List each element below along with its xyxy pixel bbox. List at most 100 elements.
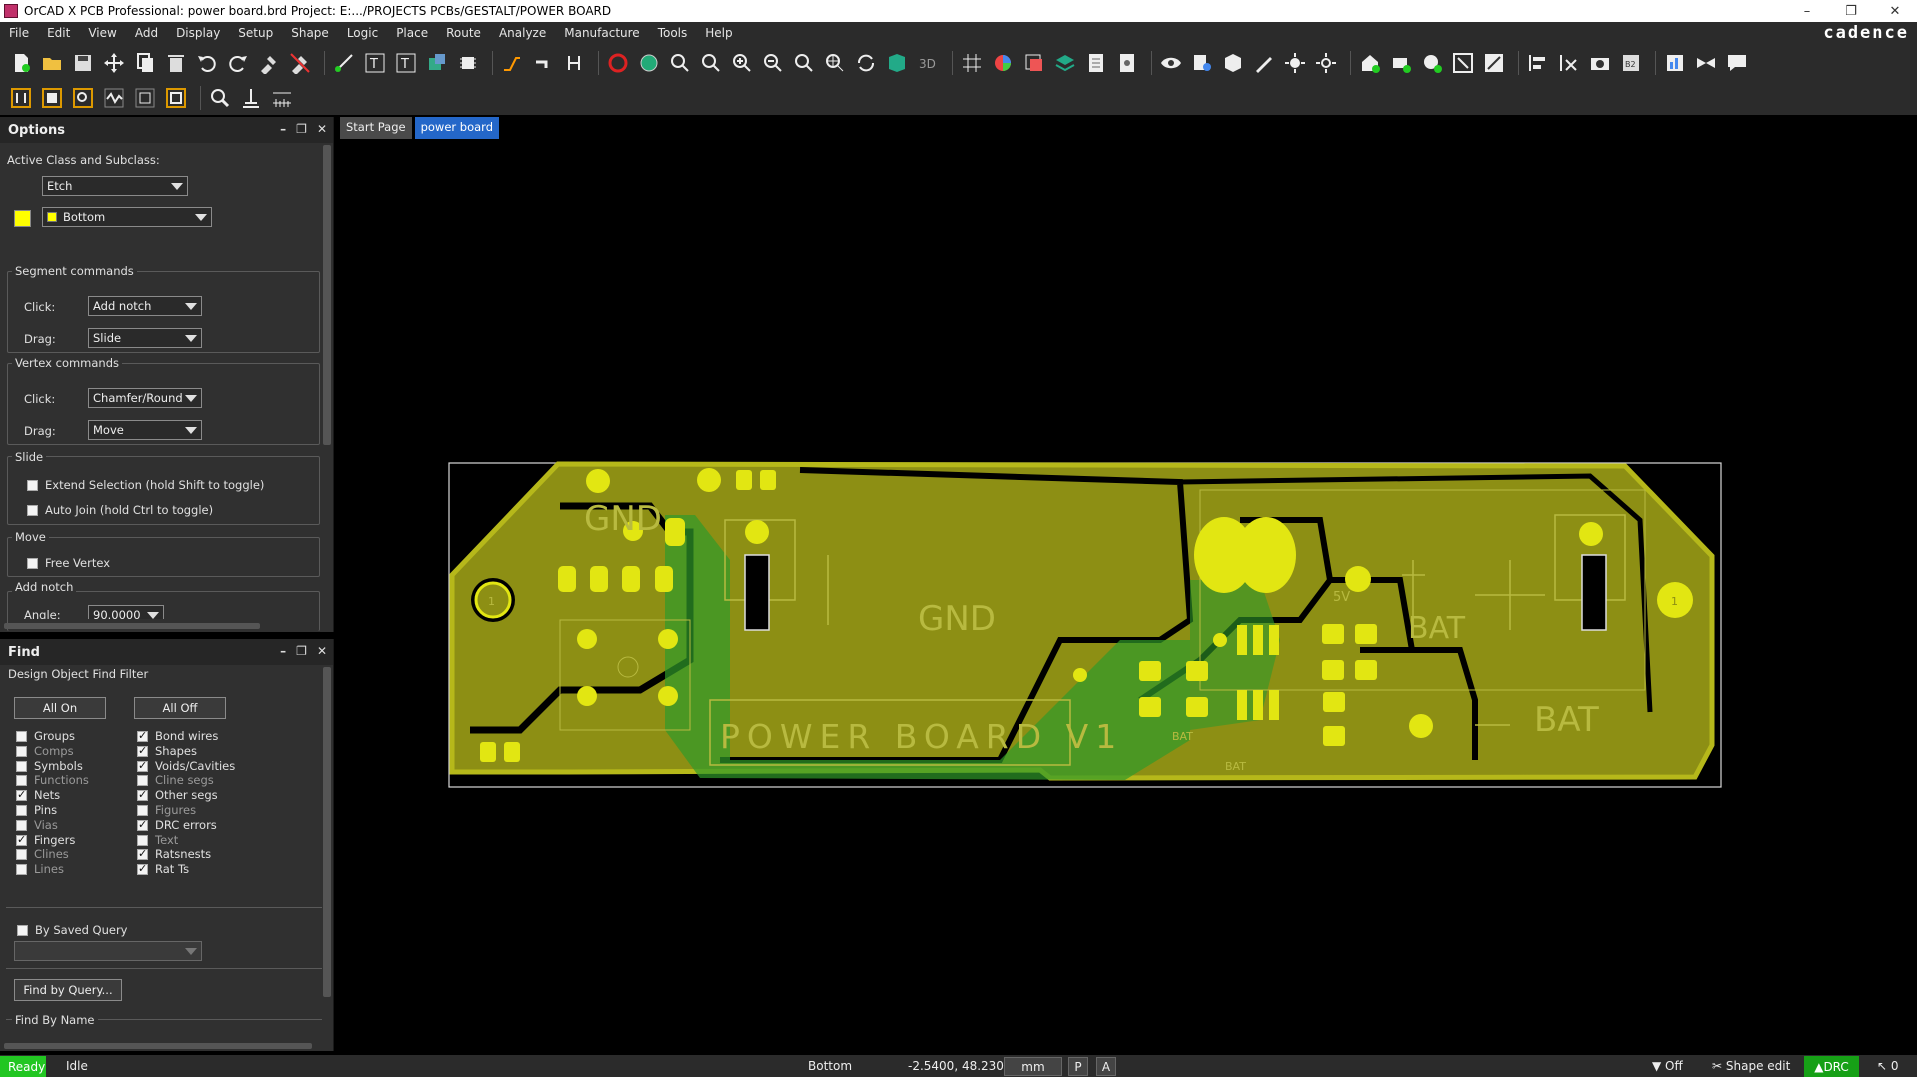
design-canvas[interactable]: GND GND POWER BOARD V1 BAT BAT 5V BAT BA…: [340, 140, 1917, 1051]
waveform-icon[interactable]: [101, 85, 127, 111]
filter-checkbox[interactable]: [137, 775, 148, 787]
menu-shape[interactable]: Shape: [282, 26, 338, 40]
module-icon[interactable]: [132, 85, 158, 111]
place-component-icon[interactable]: [424, 50, 450, 76]
query-icon[interactable]: [70, 85, 96, 111]
3d-view-icon[interactable]: 3D: [915, 50, 941, 76]
menu-place[interactable]: Place: [387, 26, 437, 40]
minimize-panel-icon[interactable]: –: [280, 122, 286, 136]
align-icon[interactable]: [1525, 50, 1551, 76]
segment-drag-dropdown[interactable]: Slide: [88, 328, 202, 348]
camera-icon[interactable]: [1587, 50, 1613, 76]
delete-icon[interactable]: [163, 50, 189, 76]
add-circle-icon[interactable]: [1419, 50, 1445, 76]
filter-checkbox[interactable]: [137, 862, 148, 876]
filter-checkbox[interactable]: [16, 805, 27, 816]
auto-join-checkbox[interactable]: [27, 505, 38, 516]
class-dropdown[interactable]: Etch: [42, 176, 188, 196]
layer-icon[interactable]: [1021, 50, 1047, 76]
assign-icon[interactable]: [39, 85, 65, 111]
open-folder-icon[interactable]: [39, 50, 65, 76]
inspect-icon[interactable]: [207, 85, 233, 111]
units-selector[interactable]: mm: [1004, 1057, 1062, 1076]
grid-icon[interactable]: [959, 50, 985, 76]
filter-checkbox[interactable]: [137, 834, 148, 846]
saved-query-dropdown[interactable]: [14, 941, 202, 961]
minimize-button[interactable]: –: [1785, 0, 1829, 22]
menu-analyze[interactable]: Analyze: [490, 26, 555, 40]
find-by-query-button[interactable]: Find by Query...: [14, 979, 122, 1001]
zoom-minus-icon[interactable]: [760, 50, 786, 76]
filter-checkbox[interactable]: [137, 818, 148, 831]
options-scrollbar[interactable]: [323, 145, 331, 445]
menu-setup[interactable]: Setup: [229, 26, 282, 40]
filter-checkbox[interactable]: [137, 759, 148, 772]
subclass-color-swatch[interactable]: [14, 210, 31, 227]
filter-status[interactable]: ▼ Off: [1652, 1059, 1683, 1073]
filter-checkbox[interactable]: [16, 819, 27, 831]
extend-selection-checkbox[interactable]: [27, 480, 38, 491]
manufacture-icon[interactable]: [1662, 50, 1688, 76]
find-hscrollbar[interactable]: [4, 1043, 312, 1049]
highlight-icon[interactable]: [1251, 50, 1277, 76]
tab-power-board[interactable]: power board: [414, 117, 500, 139]
fanout-icon[interactable]: [561, 50, 587, 76]
menu-logic[interactable]: Logic: [338, 26, 387, 40]
filter-checkbox[interactable]: [16, 745, 27, 757]
add-text-icon[interactable]: T: [362, 50, 388, 76]
close-find-icon[interactable]: ✕: [317, 644, 327, 658]
zoom-world-icon[interactable]: [822, 50, 848, 76]
slide-icon[interactable]: [530, 50, 556, 76]
measure-icon[interactable]: [238, 85, 264, 111]
color-icon[interactable]: [990, 50, 1016, 76]
p-button[interactable]: P: [1068, 1057, 1088, 1076]
property-icon[interactable]: [1189, 50, 1215, 76]
zoom-out-icon[interactable]: [667, 50, 693, 76]
pcb-board[interactable]: GND GND POWER BOARD V1 BAT BAT 5V BAT BA…: [340, 140, 1917, 1051]
export-icon[interactable]: B2: [1618, 50, 1644, 76]
filter-checkbox[interactable]: [137, 788, 148, 802]
filter-checkbox[interactable]: [16, 775, 27, 787]
filter-checkbox[interactable]: [16, 788, 27, 802]
mode-status[interactable]: ✂ Shape edit: [1712, 1059, 1790, 1073]
add-line-icon[interactable]: [331, 50, 357, 76]
segment-click-dropdown[interactable]: Add notch: [88, 296, 202, 316]
dim-icon[interactable]: [1313, 50, 1339, 76]
ruler-icon[interactable]: [269, 85, 295, 111]
filter-checkbox[interactable]: [16, 864, 27, 876]
void-icon[interactable]: [1450, 50, 1476, 76]
add-rect-icon[interactable]: [1388, 50, 1414, 76]
restore-button[interactable]: ❐: [1829, 0, 1873, 22]
new-file-icon[interactable]: [8, 50, 34, 76]
float-find-icon[interactable]: ❐: [296, 644, 307, 658]
zoom-in-icon[interactable]: [729, 50, 755, 76]
menu-display[interactable]: Display: [167, 26, 229, 40]
filter-checkbox[interactable]: [16, 731, 27, 742]
filter-checkbox[interactable]: [137, 729, 148, 742]
vertex-drag-dropdown[interactable]: Move: [88, 420, 202, 440]
zoom-fit-icon[interactable]: [791, 50, 817, 76]
unpin-icon[interactable]: [287, 50, 313, 76]
close-button[interactable]: ✕: [1873, 0, 1917, 22]
filter-checkbox[interactable]: [137, 805, 148, 816]
frame-icon[interactable]: [163, 85, 189, 111]
light-icon[interactable]: [1282, 50, 1308, 76]
route-icon[interactable]: [499, 50, 525, 76]
options-hscrollbar[interactable]: [4, 623, 260, 629]
tab-start-page[interactable]: Start Page: [340, 117, 412, 139]
float-panel-icon[interactable]: ❐: [296, 122, 307, 136]
save-icon[interactable]: [70, 50, 96, 76]
filter-checkbox[interactable]: [137, 847, 148, 861]
filter-checkbox[interactable]: [16, 833, 27, 846]
report-icon[interactable]: [1083, 50, 1109, 76]
menu-manufacture[interactable]: Manufacture: [555, 26, 648, 40]
menu-help[interactable]: Help: [696, 26, 741, 40]
filter-checkbox[interactable]: [16, 760, 27, 772]
menu-file[interactable]: File: [0, 26, 38, 40]
edit-text-icon[interactable]: T: [393, 50, 419, 76]
menu-edit[interactable]: Edit: [38, 26, 79, 40]
redraw-icon[interactable]: [853, 50, 879, 76]
menu-view[interactable]: View: [79, 26, 125, 40]
visibility-icon[interactable]: [1158, 50, 1184, 76]
package-icon[interactable]: [1220, 50, 1246, 76]
